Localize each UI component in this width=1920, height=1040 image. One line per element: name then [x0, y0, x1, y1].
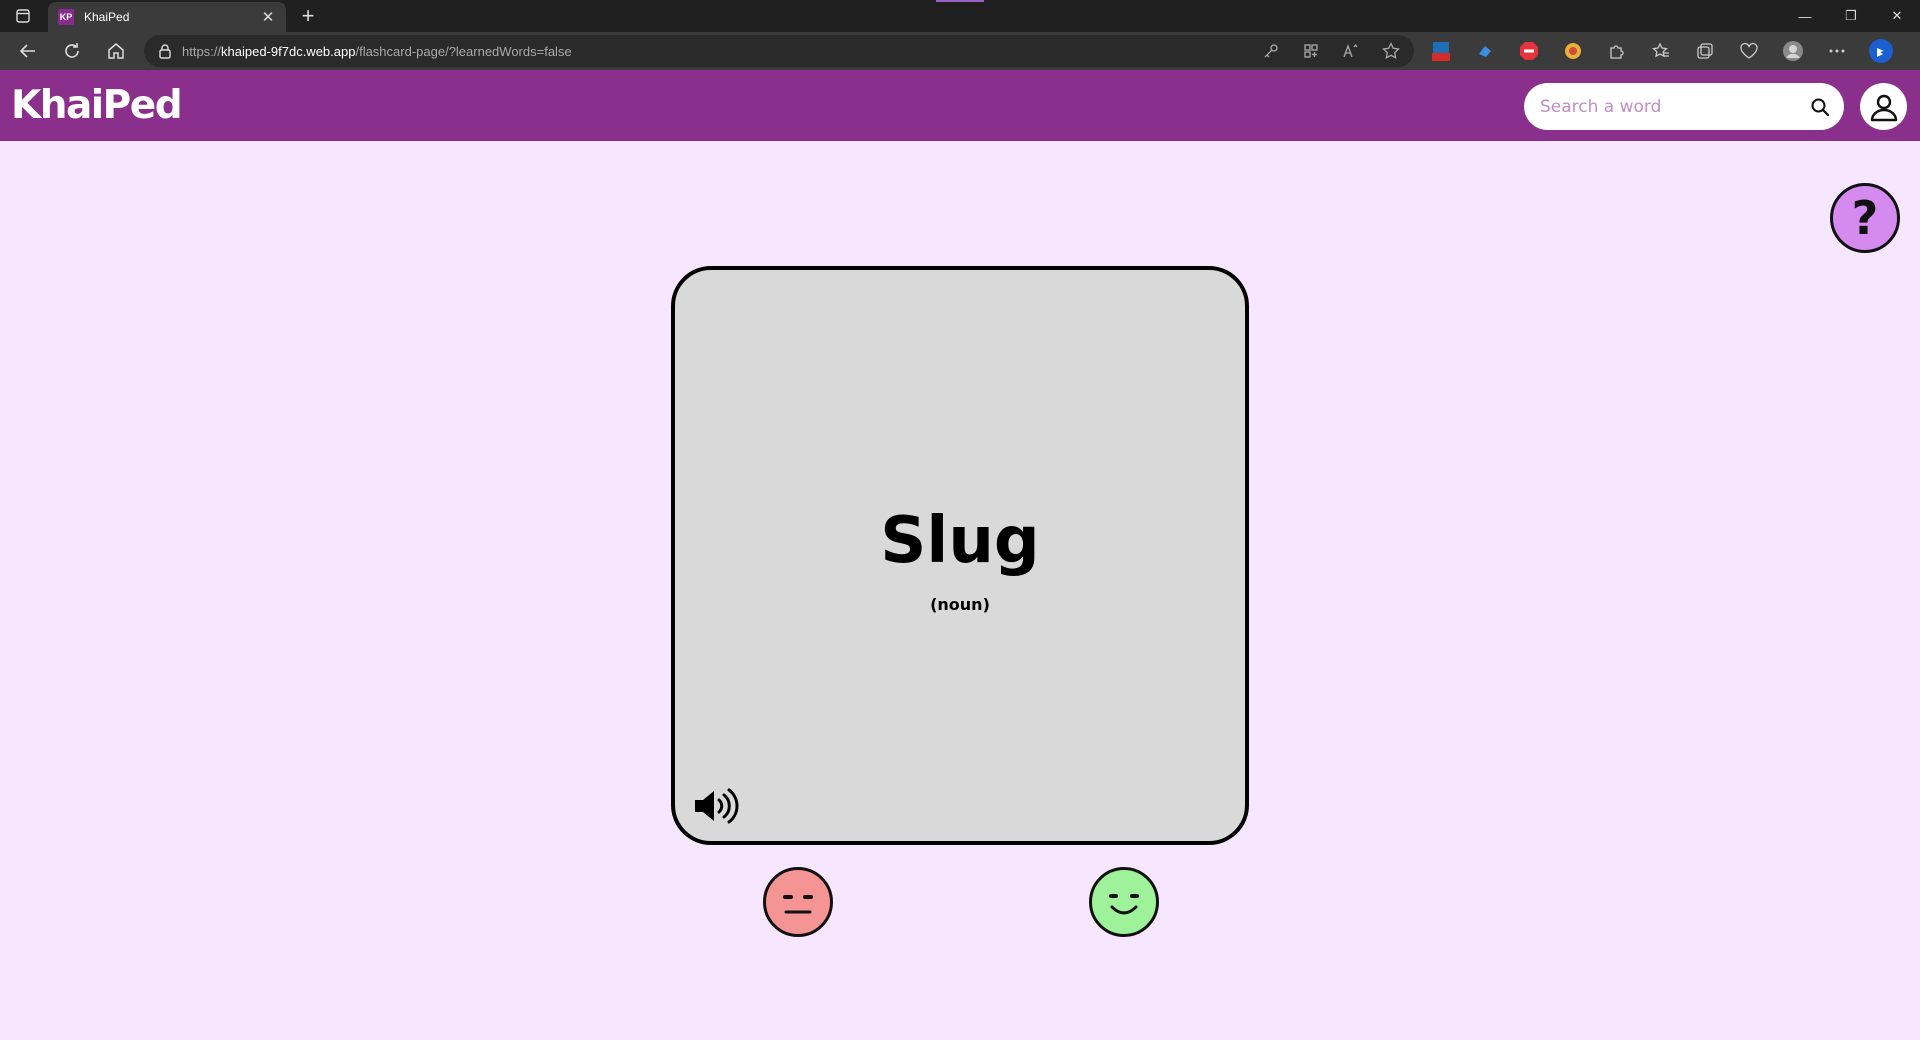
search-input[interactable] [1540, 96, 1810, 117]
extension-counter-icon[interactable] [1426, 37, 1456, 65]
window-drag-indicator [936, 0, 984, 2]
tab-title: KhaiPed [84, 10, 130, 24]
key-icon[interactable] [1260, 41, 1282, 61]
search-box [1524, 83, 1844, 130]
flashcard-part-of-speech: (noun) [930, 595, 990, 614]
adblock-icon[interactable] [1514, 37, 1544, 65]
account-button[interactable] [1860, 83, 1907, 130]
favorites-icon[interactable] [1646, 37, 1676, 65]
logo[interactable]: KhaiPed [11, 83, 183, 128]
refresh-icon [65, 43, 79, 58]
more-options-icon[interactable] [1822, 37, 1852, 65]
url-path: /flashcard-page/?learnedWords=false [355, 43, 572, 59]
favorite-star-icon[interactable] [1380, 41, 1402, 61]
url-scheme: https:// [182, 43, 222, 59]
tab-actions-icon[interactable] [10, 6, 36, 26]
extension-arrow-icon[interactable] [1470, 37, 1500, 65]
home-icon [108, 43, 124, 59]
browser-toolbar: https://khaiped-9f7dc.web.app/flashcard-… [0, 32, 1920, 70]
profile-avatar-icon[interactable] [1778, 37, 1808, 65]
site-header: KhaiPed [0, 70, 1920, 141]
bing-chat-icon[interactable] [1866, 37, 1896, 65]
extension-icons [1426, 37, 1896, 65]
address-url: https://khaiped-9f7dc.web.app/flashcard-… [182, 44, 572, 59]
back-arrow-icon [19, 44, 35, 58]
address-bar[interactable]: https://khaiped-9f7dc.web.app/flashcard-… [144, 35, 1414, 67]
learned-button[interactable] [1089, 867, 1159, 937]
flashcard[interactable]: Slug (noun) [671, 266, 1249, 845]
collections-icon[interactable] [1690, 37, 1720, 65]
neutral-face-icon [783, 895, 813, 914]
lock-icon [159, 44, 171, 59]
home-button[interactable] [102, 37, 130, 65]
tab-favicon: KP [58, 9, 74, 25]
smile-face-icon [1109, 894, 1139, 915]
speaker-button[interactable] [693, 786, 741, 826]
back-button[interactable] [14, 37, 42, 65]
window-controls: — ❐ ✕ [1782, 0, 1920, 32]
close-window-button[interactable]: ✕ [1874, 0, 1920, 32]
tab-close-icon[interactable]: ✕ [260, 8, 276, 26]
not-learned-button[interactable] [763, 867, 833, 937]
extension-coin-icon[interactable] [1558, 37, 1588, 65]
user-icon [1870, 94, 1897, 121]
browser-tab-bar: KP KhaiPed ✕ + — ❐ ✕ [0, 0, 1920, 32]
speaker-icon [695, 788, 739, 824]
address-bar-icons [1260, 41, 1402, 61]
restore-button[interactable]: ❐ [1828, 0, 1874, 32]
flashcard-word: Slug [880, 504, 1040, 578]
search-icon[interactable] [1810, 97, 1830, 117]
new-tab-button[interactable]: + [296, 4, 320, 28]
read-aloud-icon[interactable] [1340, 41, 1362, 61]
url-host: khaiped-9f7dc.web.app [221, 43, 356, 59]
app-available-icon[interactable] [1300, 41, 1322, 61]
refresh-button[interactable] [58, 37, 86, 65]
browser-tab-active[interactable]: KP KhaiPed ✕ [48, 2, 286, 32]
browser-essentials-icon[interactable] [1734, 37, 1764, 65]
minimize-button[interactable]: — [1782, 0, 1828, 32]
extensions-puzzle-icon[interactable] [1602, 37, 1632, 65]
help-button[interactable]: ? [1830, 183, 1900, 253]
